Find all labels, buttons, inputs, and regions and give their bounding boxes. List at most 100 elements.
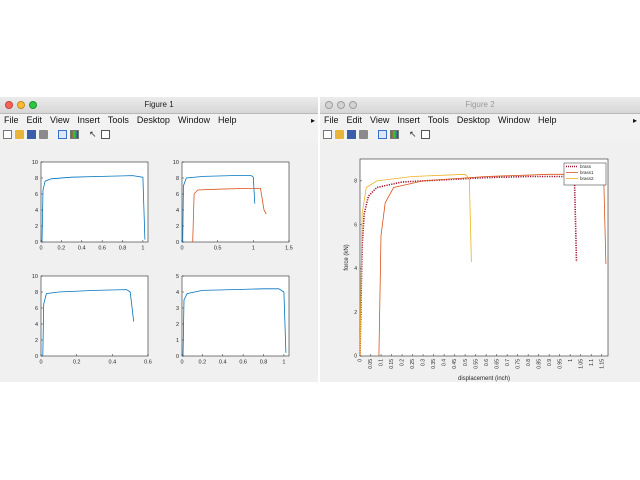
pointer-icon[interactable]: ↖ bbox=[409, 129, 418, 139]
close-window-button[interactable] bbox=[325, 101, 333, 109]
y-tick-label: 4 bbox=[176, 290, 179, 296]
x-tick-label: 1.1 bbox=[589, 359, 595, 366]
x-tick-label: 0.4 bbox=[109, 360, 117, 366]
open-folder-icon[interactable] bbox=[15, 129, 24, 139]
menu-tools[interactable]: Tools bbox=[104, 114, 133, 127]
axes-box bbox=[40, 161, 149, 243]
figure1-plots: 02468100 0.2 0.4 0.6 0.8 102468100 0.5 1 1.50246… bbox=[32, 160, 293, 366]
x-tick-label: 1 bbox=[282, 360, 285, 366]
figure2-menubar: File Edit View Insert Tools Desktop Window Help… bbox=[320, 114, 640, 127]
new-figure-icon[interactable] bbox=[323, 129, 332, 139]
axes-box bbox=[181, 161, 290, 243]
x-tick-label: 1 bbox=[252, 246, 255, 252]
figure2-toolbar: ↖ bbox=[320, 127, 640, 142]
y-tick-label: 4 bbox=[354, 266, 357, 272]
menu-insert[interactable]: Insert bbox=[393, 114, 424, 127]
chart-4: 0 2 4 6 8 0 0.05 0.1 0.15 0.2 0.25 0.3 0.35 0.4 0.45 0.… bbox=[344, 158, 609, 382]
minimize-window-button[interactable] bbox=[17, 101, 25, 109]
x-tick-label: 0.45 bbox=[452, 359, 458, 369]
chart-0: 0 2 4 6 8 10 0 0.2 0.4 0.6 0.8 1 bbox=[32, 160, 149, 252]
x-tick-label: 0.4 bbox=[219, 360, 227, 366]
figure1-window: Figure 1 File Edit View Insert Tools Desktop W… bbox=[0, 97, 318, 382]
menu-desktop[interactable]: Desktop bbox=[453, 114, 494, 127]
chart-1: 0 2 4 6 8 10 0 0.5 1 1.5 bbox=[173, 160, 293, 252]
new-figure-icon[interactable] bbox=[3, 129, 12, 139]
x-tick-label: 0.6 bbox=[144, 360, 152, 366]
figure1-title: Figure 1 bbox=[144, 100, 174, 109]
y-tick-label: 8 bbox=[35, 290, 38, 296]
menu-more-icon[interactable]: ▸ bbox=[311, 114, 315, 127]
x-tick-label: 0.8 bbox=[119, 246, 127, 252]
y-tick-label: 8 bbox=[176, 176, 179, 182]
menu-window[interactable]: Window bbox=[494, 114, 534, 127]
y-tick-label: 0 bbox=[354, 354, 357, 360]
x-tick-label: 0.8 bbox=[526, 359, 532, 366]
x-tick-label: 0.6 bbox=[239, 360, 247, 366]
figure2-title: Figure 2 bbox=[465, 100, 495, 109]
x-tick-label: 0.85 bbox=[536, 359, 542, 369]
y-tick-label: 6 bbox=[354, 222, 357, 228]
axes-box bbox=[181, 275, 290, 357]
y-tick-label: 2 bbox=[354, 310, 357, 316]
figure1-canvas: 0 2 4 6 8 10 0 0.2 0.4 0.6 0.8 1 0 2 4 6 8 10 0 0.5 1 1.5 0 2 4 6… bbox=[0, 141, 318, 382]
x-tick-label: 1.05 bbox=[578, 359, 584, 369]
link-icon[interactable] bbox=[58, 129, 67, 139]
x-tick-label: 0 bbox=[358, 359, 364, 362]
menu-help[interactable]: Help bbox=[534, 114, 561, 127]
x-tick-label: 0.2 bbox=[199, 360, 207, 366]
maximize-window-button[interactable] bbox=[349, 101, 357, 109]
property-inspector-icon[interactable] bbox=[421, 129, 430, 139]
link-icon[interactable] bbox=[378, 129, 387, 139]
y-tick-label: 4 bbox=[35, 208, 38, 214]
x-tick-label: 0 bbox=[39, 360, 42, 366]
insert-colorbar-icon[interactable] bbox=[390, 129, 399, 139]
menu-window[interactable]: Window bbox=[174, 114, 214, 127]
x-tick-label: 1 bbox=[568, 359, 574, 362]
figure1-titlebar[interactable]: Figure 1 bbox=[0, 97, 318, 114]
x-tick-label: 1 bbox=[141, 246, 144, 252]
x-tick-label: 0.95 bbox=[557, 359, 563, 369]
x-tick-label: 0.5 bbox=[214, 246, 222, 252]
menu-edit[interactable]: Edit bbox=[23, 114, 47, 127]
save-icon[interactable] bbox=[27, 129, 36, 139]
menu-desktop[interactable]: Desktop bbox=[133, 114, 174, 127]
property-inspector-icon[interactable] bbox=[101, 129, 110, 139]
y-tick-label: 10 bbox=[32, 160, 38, 166]
menu-file[interactable]: File bbox=[320, 114, 343, 127]
open-folder-icon[interactable] bbox=[335, 129, 344, 139]
y-tick-label: 6 bbox=[35, 192, 38, 198]
y-tick-label: 8 bbox=[35, 176, 38, 182]
insert-colorbar-icon[interactable] bbox=[70, 129, 79, 139]
menu-file[interactable]: File bbox=[0, 114, 23, 127]
menu-more-icon[interactable]: ▸ bbox=[633, 114, 637, 127]
chart-3: 0 1 2 3 4 5 0 0.2 0.4 0.6 0.8 1 bbox=[176, 274, 290, 366]
legend: brassbrass1brass2 bbox=[563, 162, 607, 186]
print-icon[interactable] bbox=[39, 129, 48, 139]
x-tick-label: 0.35 bbox=[431, 359, 437, 369]
print-icon[interactable] bbox=[359, 129, 368, 139]
menu-insert[interactable]: Insert bbox=[73, 114, 104, 127]
x-tick-label: 0.1 bbox=[379, 359, 385, 366]
y-tick-label: 5 bbox=[176, 274, 179, 280]
y-tick-label: 4 bbox=[176, 208, 179, 214]
pointer-icon[interactable]: ↖ bbox=[89, 129, 98, 139]
minimize-window-button[interactable] bbox=[337, 101, 345, 109]
save-icon[interactable] bbox=[347, 129, 356, 139]
x-tick-label: 0.2 bbox=[58, 246, 66, 252]
maximize-window-button[interactable] bbox=[29, 101, 37, 109]
x-tick-label: 0 bbox=[39, 246, 42, 252]
close-window-button[interactable] bbox=[5, 101, 13, 109]
figure2-window: Figure 2 File Edit View Insert Tools Desktop W… bbox=[320, 97, 640, 382]
menu-tools[interactable]: Tools bbox=[424, 114, 453, 127]
figure2-titlebar[interactable]: Figure 2 bbox=[320, 97, 640, 114]
menu-help[interactable]: Help bbox=[214, 114, 241, 127]
menu-view[interactable]: View bbox=[46, 114, 73, 127]
y-tick-label: 6 bbox=[35, 306, 38, 312]
y-tick-label: 0 bbox=[35, 240, 38, 246]
y-tick-label: 4 bbox=[35, 322, 38, 328]
x-tick-label: 0.6 bbox=[484, 359, 490, 366]
menu-edit[interactable]: Edit bbox=[343, 114, 367, 127]
x-tick-label: 1.5 bbox=[285, 246, 293, 252]
menu-view[interactable]: View bbox=[366, 114, 393, 127]
y-tick-label: 8 bbox=[354, 179, 357, 185]
